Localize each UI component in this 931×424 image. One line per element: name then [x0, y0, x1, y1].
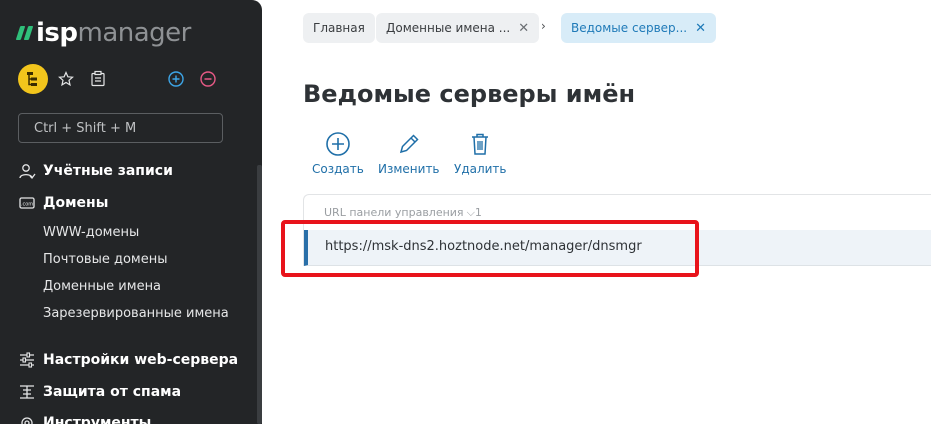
breadcrumb-home-label: Главная [313, 21, 365, 35]
highlight-frame [281, 220, 699, 277]
pencil-icon [394, 130, 424, 158]
breadcrumb-domain-names-label: Доменные имена ... [386, 21, 511, 35]
logo-text-bold: isp [36, 18, 78, 48]
create-label: Создать [312, 162, 364, 176]
nav-webserver-settings-label: Настройки web-сервера [43, 352, 239, 368]
search-input[interactable] [18, 113, 223, 143]
breadcrumb-home[interactable]: Главная [303, 13, 375, 43]
star-icon[interactable] [56, 69, 76, 89]
close-icon[interactable]: ✕ [695, 21, 706, 36]
column-header-url[interactable]: URL панели управления ⌵1 [324, 206, 482, 220]
users-icon [18, 162, 36, 180]
nav-tools[interactable]: Инструменты [18, 412, 151, 424]
logo-text-light: manager [77, 18, 192, 48]
create-button[interactable]: Создать [312, 130, 364, 176]
nav-mail-domains[interactable]: Почтовые домены [43, 252, 168, 272]
nav-users-label: Учётные записи [43, 163, 173, 179]
nav-webserver-settings[interactable]: Настройки web-сервера [18, 349, 238, 371]
nav-spam-protection[interactable]: Защита от спама [18, 381, 181, 403]
sliders-icon [18, 351, 36, 369]
delete-button[interactable]: Удалить [454, 130, 507, 176]
svg-text:.com: .com [21, 201, 33, 207]
nav-tools-label: Инструменты [43, 415, 152, 424]
logo[interactable]: isp manager [15, 17, 192, 49]
nav-users[interactable]: Учётные записи [18, 160, 173, 182]
sort-order: 1 [474, 206, 482, 219]
plus-circle-icon [323, 130, 353, 158]
filter-icon [18, 383, 36, 401]
trash-icon [465, 130, 495, 158]
nav-domain-names[interactable]: Доменные имена [43, 279, 161, 299]
nav-reserved-names[interactable]: Зарезервированные имена [43, 306, 229, 326]
close-icon[interactable]: ✕ [518, 21, 529, 36]
quick-actions [18, 64, 228, 94]
nav-spam-protection-label: Защита от спама [43, 384, 182, 400]
wrench-icon [18, 414, 36, 424]
nav-domains[interactable]: .com Домены [18, 192, 108, 214]
add-circle-icon[interactable] [166, 69, 186, 89]
sidebar: isp manager Учётные записи [0, 0, 262, 424]
breadcrumb-domain-names[interactable]: Доменные имена ... ✕ [376, 13, 540, 43]
sort-chevron-icon: ⌵ [466, 206, 475, 219]
edit-button[interactable]: Изменить [378, 130, 440, 176]
breadcrumb-slave-servers-label: Ведомые сервер... [571, 21, 688, 35]
logo-mark-icon [15, 26, 34, 40]
page-title: Ведомые серверы имён [303, 80, 636, 108]
breadcrumb-separator: › [541, 19, 546, 33]
nav-domains-label: Домены [43, 195, 109, 211]
domains-icon: .com [18, 194, 36, 212]
remove-circle-icon[interactable] [198, 69, 218, 89]
org-tree-icon [27, 72, 37, 86]
edit-label: Изменить [378, 162, 440, 176]
clipboard-icon[interactable] [88, 69, 108, 89]
breadcrumb-slave-servers[interactable]: Ведомые сервер... ✕ [561, 13, 716, 43]
avatar[interactable] [18, 64, 48, 94]
main-content: Главная Доменные имена ... ✕ › Ведомые с… [262, 0, 931, 424]
column-header-label: URL панели управления [324, 206, 464, 219]
nav-www-domains[interactable]: WWW-домены [43, 225, 139, 245]
delete-label: Удалить [454, 162, 507, 176]
